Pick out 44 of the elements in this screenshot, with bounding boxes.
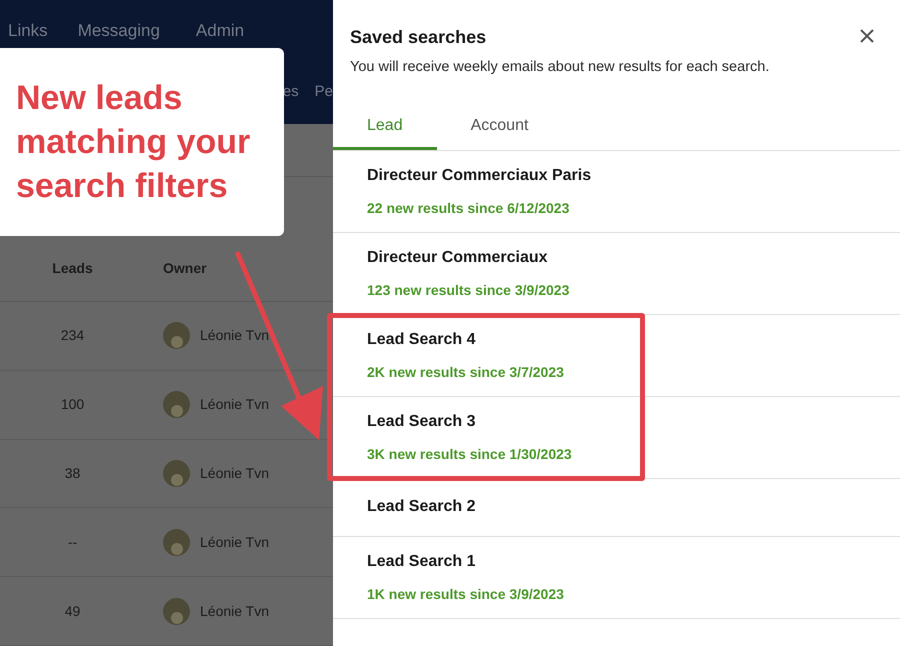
- search-name: Lead Search 2: [367, 497, 476, 518]
- panel-subtitle: You will receive weekly emails about new results for each search.: [350, 58, 770, 77]
- saved-search-item[interactable]: Lead Search 2: [333, 478, 900, 537]
- callout-text: New leads matching your search filters: [16, 78, 252, 207]
- search-name: Lead Search 4: [367, 330, 476, 350]
- avatar-icon: [163, 598, 190, 625]
- search-name: Lead Search 3: [367, 412, 476, 432]
- search-name: Directeur Commerciaux: [367, 248, 549, 268]
- results-count: 2K new results since 3/7/2023: [367, 362, 565, 382]
- search-name: Lead Search 1: [367, 552, 476, 572]
- table-cell-text: Léonie Tvn: [200, 326, 270, 346]
- panel-title: Saved searches: [350, 26, 488, 49]
- table-cell-text: Léonie Tvn: [200, 395, 270, 414]
- table-cell-text: Léonie Tvn: [200, 602, 270, 621]
- nav-link[interactable]: Links: [8, 18, 48, 44]
- avatar-icon: [163, 528, 190, 556]
- column-header: Leads: [51, 259, 94, 278]
- table-cell-text: 49: [64, 602, 82, 621]
- table-cell-text: --: [66, 532, 78, 552]
- results-count: 22 new results since 6/12/2023: [367, 198, 570, 218]
- nav-link[interactable]: es: [282, 81, 299, 104]
- saved-search-item[interactable]: Lead Search 1 1K new results since 3/9/2023: [333, 536, 900, 619]
- avatar-icon: [163, 460, 190, 488]
- avatar-icon: [163, 322, 190, 350]
- nav-link[interactable]: Admin: [196, 18, 244, 44]
- search-name: Directeur Commerciaux Paris: [367, 166, 592, 186]
- saved-search-item[interactable]: Directeur Commerciaux 123 new results since 3/9/2023: [333, 232, 900, 315]
- nav-link[interactable]: Messaging: [78, 18, 160, 44]
- tab[interactable]: Lead: [333, 104, 437, 150]
- column-header: Owner: [163, 259, 207, 278]
- table-cell-text: 234: [60, 326, 86, 346]
- results-count: 3K new results since 1/30/2023: [367, 444, 573, 464]
- table-cell-text: Léonie Tvn: [200, 532, 270, 552]
- avatar-icon: [163, 391, 190, 418]
- results-count: 123 new results since 3/9/2023: [367, 280, 570, 300]
- saved-search-item[interactable]: Directeur Commerciaux Paris 22 new results since 6/12/2023: [333, 150, 900, 233]
- tab[interactable]: Account: [436, 104, 562, 150]
- saved-search-item[interactable]: Lead Search 4 2K new results since 3/7/2023: [333, 314, 900, 397]
- table-cell-text: Léonie Tvn: [200, 464, 270, 484]
- saved-search-item[interactable]: Lead Search 3 3K new results since 1/30/2023: [333, 396, 900, 479]
- results-count: 1K new results since 3/9/2023: [367, 584, 565, 604]
- nav-link[interactable]: Pe: [314, 81, 333, 104]
- table-cell-text: 100: [60, 395, 86, 414]
- table-cell-text: 38: [64, 464, 82, 484]
